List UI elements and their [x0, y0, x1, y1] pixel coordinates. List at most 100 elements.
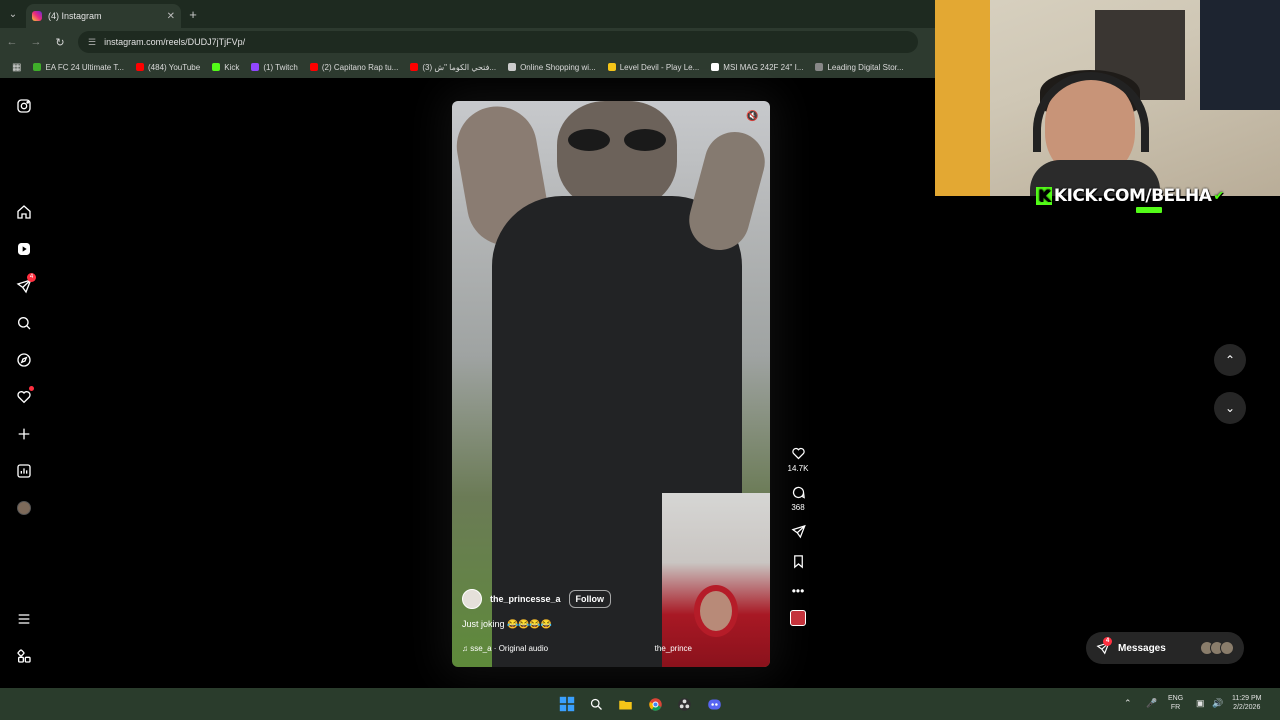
- instagram-logo-icon[interactable]: [14, 96, 34, 116]
- microphone-icon[interactable]: 🎤: [1146, 699, 1157, 708]
- audio-label[interactable]: ♫ sse_a · Original audio: [462, 644, 548, 653]
- like-button[interactable]: 14.7K: [787, 446, 809, 473]
- more-menu-icon[interactable]: [14, 609, 34, 629]
- bookmark-favicon-icon: [309, 63, 318, 71]
- tab-close-icon[interactable]: ✕: [167, 11, 175, 22]
- url-text: instagram.com/reels/DUDJ7jTjFVp/: [104, 37, 246, 47]
- next-reel-button[interactable]: ⌄: [1214, 392, 1246, 424]
- streamer-webcam: [935, 0, 1280, 196]
- comment-count: 368: [791, 503, 805, 512]
- profile-avatar[interactable]: [14, 498, 34, 518]
- bookmark-item[interactable]: (3) فتحي الكوما "ش...: [404, 63, 502, 72]
- tab-instagram[interactable]: (4) Instagram ✕: [26, 4, 181, 28]
- dashboard-icon[interactable]: [14, 461, 34, 481]
- message-avatars: [1200, 641, 1234, 655]
- bookmark-favicon-icon: [251, 63, 260, 71]
- chevron-down-icon: ⌄: [1224, 401, 1236, 415]
- clock-time: 11:29 PM: [1232, 695, 1262, 702]
- clock[interactable]: 11:29 PM 2/2/2026: [1232, 694, 1261, 712]
- apps-icon[interactable]: ▦: [6, 62, 27, 73]
- also-from-meta-icon[interactable]: [14, 646, 34, 666]
- messages-badge: 4: [1103, 637, 1112, 646]
- bookmark-favicon-icon: [33, 63, 42, 71]
- share-icon: [790, 524, 806, 539]
- kick-sub-badge: [1136, 207, 1162, 213]
- messages-label: Messages: [1118, 642, 1166, 654]
- pip-author: the_prince: [654, 644, 692, 653]
- kick-watermark: K KICK.COM/BELHA ✔: [1036, 186, 1224, 206]
- bookmarks-bar: ▦ EA FC 24 Ultimate T... (484) YouTube Kic…: [0, 56, 935, 78]
- kick-url: KICK.COM/BELHA: [1053, 186, 1212, 206]
- tray-overflow-icon[interactable]: ⌃: [1124, 699, 1132, 708]
- windows-taskbar: [0, 688, 1280, 720]
- reel-caption: Just joking 😂😂😂😂: [462, 619, 552, 629]
- reload-icon[interactable]: ↻: [48, 36, 72, 49]
- reel-meta: the_princesse_a Follow Just joking 😂😂😂😂 …: [462, 589, 752, 653]
- clock-date: 2/2/2026: [1233, 704, 1261, 711]
- search-icon[interactable]: [14, 313, 34, 333]
- activity-dot: [29, 386, 34, 391]
- bookmark-favicon-icon: [212, 63, 221, 71]
- network-icon[interactable]: ▣: [1196, 699, 1205, 708]
- audio-thumbnail[interactable]: [790, 610, 806, 626]
- notifications-badge: 4: [27, 273, 36, 282]
- volume-icon[interactable]: 🔊: [1212, 699, 1223, 708]
- reels-icon[interactable]: [14, 239, 34, 259]
- instagram-favicon-icon: [32, 11, 42, 21]
- home-icon[interactable]: [14, 202, 34, 222]
- author-name[interactable]: the_princesse_a: [490, 594, 561, 604]
- follow-button[interactable]: Follow: [568, 590, 612, 608]
- bookmark-item[interactable]: MSI MAG 242F 24" I...: [705, 63, 809, 72]
- author-avatar[interactable]: [462, 589, 482, 609]
- create-plus-icon[interactable]: [14, 424, 34, 444]
- language-indicator[interactable]: ENG FR: [1168, 694, 1183, 712]
- bookmark-item[interactable]: EA FC 24 Ultimate T...: [27, 63, 130, 72]
- bookmark-label: Kick: [224, 62, 240, 72]
- comment-button[interactable]: 368: [791, 485, 806, 512]
- bookmark-item[interactable]: (1) Twitch: [245, 63, 304, 72]
- back-icon[interactable]: ←: [0, 36, 24, 48]
- bookmark-label: Online Shopping wi...: [520, 62, 596, 72]
- bookmark-favicon-icon: [815, 63, 824, 71]
- bookmark-label: (3) فتحي الكوما "ش...: [422, 62, 497, 72]
- mute-icon[interactable]: 🔇: [746, 111, 760, 125]
- like-count: 14.7K: [787, 464, 809, 473]
- kick-logo-icon: K: [1036, 186, 1052, 205]
- windows-start-icon[interactable]: [557, 694, 577, 714]
- bookmark-item[interactable]: Level Devil - Play Le...: [602, 63, 706, 72]
- taskbar-search-icon[interactable]: [586, 694, 606, 714]
- url-omnibox[interactable]: ☰ instagram.com/reels/DUDJ7jTjFVp/: [78, 31, 918, 53]
- discord-icon[interactable]: [704, 694, 724, 714]
- bookmark-label: Level Devil - Play Le...: [619, 62, 700, 72]
- obs-icon[interactable]: [674, 694, 694, 714]
- new-tab-button[interactable]: +: [181, 7, 205, 22]
- bookmark-item[interactable]: Online Shopping wi...: [502, 63, 602, 72]
- bookmark-item[interactable]: (484) YouTube: [130, 63, 206, 72]
- more-options-button[interactable]: •••: [792, 584, 805, 598]
- bookmark-favicon-icon: [136, 63, 144, 71]
- chevron-up-icon: ⌃: [1224, 353, 1236, 367]
- explore-compass-icon[interactable]: [14, 350, 34, 370]
- bookmark-item[interactable]: (2) Capitano Rap tu...: [304, 63, 404, 72]
- site-info-icon[interactable]: ☰: [88, 37, 96, 48]
- previous-reel-button[interactable]: ⌃: [1214, 344, 1246, 376]
- save-button[interactable]: [791, 554, 806, 572]
- instagram-sidebar: 4: [0, 78, 48, 688]
- reel-actions: 14.7K 368 •••: [784, 446, 812, 638]
- bookmark-item[interactable]: Kick: [206, 63, 245, 72]
- direct-messages-icon[interactable]: 4: [14, 273, 36, 296]
- bookmark-favicon-icon: [711, 63, 720, 71]
- file-explorer-icon[interactable]: [615, 694, 635, 714]
- tab-search-icon[interactable]: ⌄: [0, 0, 26, 28]
- notifications-heart-icon[interactable]: [14, 386, 34, 407]
- ellipsis-icon: •••: [791, 584, 805, 598]
- chrome-icon[interactable]: [645, 694, 665, 714]
- forward-icon[interactable]: →: [24, 36, 48, 48]
- share-button[interactable]: [790, 524, 806, 542]
- bookmark-label: EA FC 24 Ultimate T...: [45, 62, 124, 72]
- bookmark-item[interactable]: Leading Digital Stor...: [809, 63, 909, 72]
- comment-icon: [792, 486, 805, 499]
- reel-video[interactable]: 🔇 the_princesse_a Follow Just joking 😂😂😂…: [452, 101, 770, 667]
- bookmark-label: (484) YouTube: [148, 62, 201, 72]
- messages-button[interactable]: 4 Messages: [1086, 632, 1244, 664]
